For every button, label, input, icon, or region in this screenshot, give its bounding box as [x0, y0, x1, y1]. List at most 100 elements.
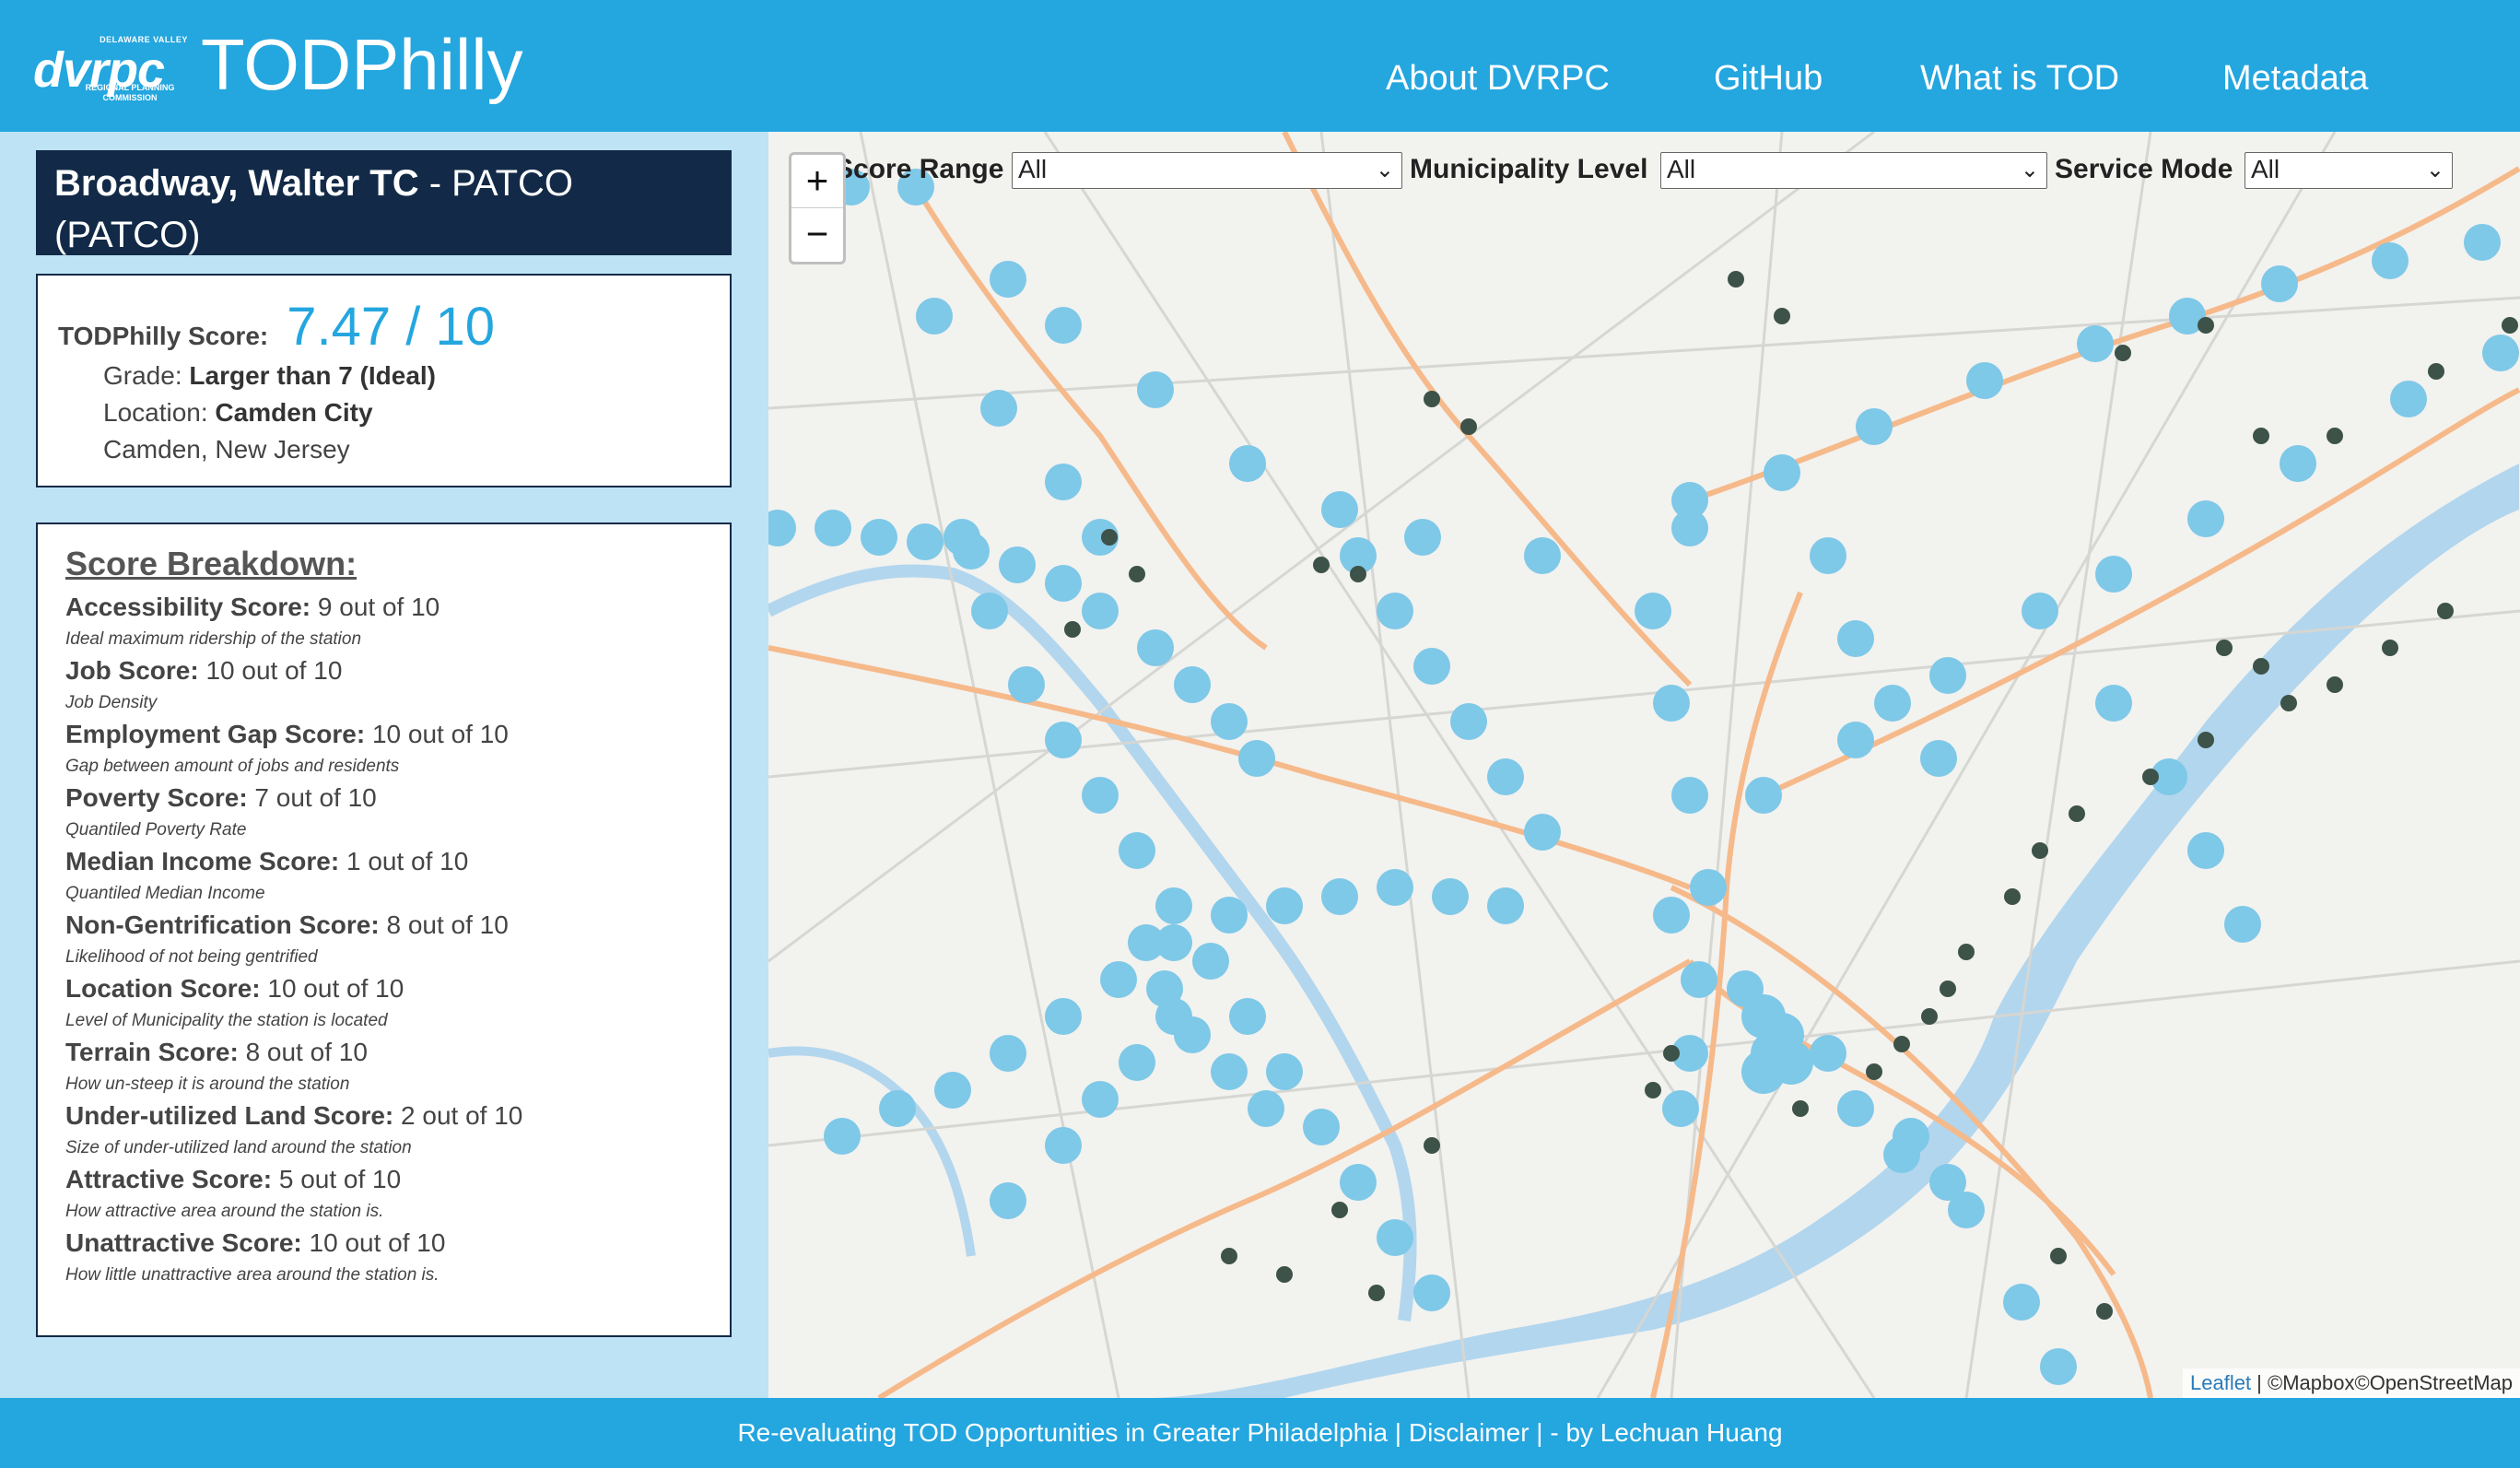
station-marker [1321, 878, 1358, 915]
breakdown-value: 10 out of 10 [205, 656, 343, 685]
nav-about-dvrpc[interactable]: About DVRPC [1386, 57, 1610, 100]
station-marker [2095, 556, 2132, 593]
breakdown-row: Non-Gentrification Score: 8 out of 10 [65, 909, 702, 942]
breakdown-value: 9 out of 10 [317, 593, 440, 621]
attribution-text: | ©Mapbox©OpenStreetMap [2251, 1371, 2513, 1394]
secondary-station-marker [1064, 621, 1081, 638]
location-row: Location: Camden City [103, 394, 709, 431]
station-marker [990, 1035, 1026, 1072]
nav-github[interactable]: GitHub [1714, 57, 1823, 100]
breakdown-row: Median Income Score: 1 out of 10 [65, 845, 702, 878]
secondary-station-marker [1792, 1100, 1809, 1117]
station-marker [2003, 1284, 2040, 1321]
station-marker [1174, 666, 1211, 703]
breakdown-value: 7 out of 10 [254, 783, 377, 812]
score-label: TODPhilly Score: [58, 322, 269, 350]
location-label: Location: [103, 398, 208, 427]
station-marker [1450, 703, 1487, 740]
secondary-station-marker [1774, 308, 1790, 324]
station-marker [1635, 593, 1671, 629]
secondary-station-marker [2115, 345, 2131, 361]
station-marker [1192, 943, 1229, 980]
secondary-station-marker [1424, 391, 1440, 407]
station-marker [990, 261, 1026, 298]
station-cluster-marker [1741, 1050, 1786, 1094]
station-marker [907, 523, 944, 560]
breakdown-row: Job Score: 10 out of 10 [65, 654, 702, 687]
station-marker [1432, 878, 1469, 915]
secondary-station-marker [1129, 566, 1145, 582]
secondary-station-marker [1728, 271, 1744, 288]
secondary-station-marker [2428, 363, 2444, 380]
station-marker [1174, 1016, 1211, 1053]
breakdown-row: Under-utilized Land Score: 2 out of 10 [65, 1099, 702, 1133]
breakdown-note: Size of under-utilized land around the s… [65, 1138, 412, 1157]
secondary-station-marker [1921, 1008, 1938, 1025]
secondary-station-marker [1368, 1285, 1385, 1301]
station-marker [1856, 408, 1893, 445]
station-marker [2482, 335, 2519, 371]
station-marker [1266, 887, 1303, 924]
station-marker [1837, 722, 1874, 758]
zoom-out-button[interactable]: − [791, 208, 843, 262]
station-marker [2261, 265, 2298, 302]
station-marker [1745, 777, 1782, 814]
station-marker [2464, 224, 2501, 261]
station-marker [1671, 777, 1708, 814]
dvrpc-logo[interactable]: DELAWARE VALLEY dvrpc REGIONAL PLANNING … [33, 35, 192, 105]
zoom-in-button[interactable]: + [791, 155, 843, 208]
map-view[interactable]: Score Range All ⌄ Municipality Level All ⌄… [768, 132, 2520, 1398]
station-marker [1413, 648, 1450, 685]
score-row: TODPhilly Score: 7.47 / 10 [58, 296, 709, 358]
municipality-level-select[interactable]: All ⌄ [1660, 152, 2047, 189]
station-marker [1137, 629, 1174, 666]
location-value: Camden City [215, 398, 373, 427]
leaflet-link[interactable]: Leaflet [2190, 1371, 2251, 1394]
station-marker [1340, 1164, 1377, 1201]
breakdown-row: Attractive Score: 5 out of 10 [65, 1163, 702, 1196]
station-marker [990, 1182, 1026, 1219]
map-canvas[interactable] [768, 132, 2520, 1398]
station-marker [1045, 307, 1082, 344]
station-marker [2187, 832, 2224, 869]
map-attribution: Leaflet | ©Mapbox©OpenStreetMap [2183, 1368, 2520, 1398]
station-marker [2022, 593, 2058, 629]
station-marker [2224, 906, 2261, 943]
logo-subtitle: REGIONAL PLANNING COMMISSION [85, 83, 175, 102]
station-marker [1966, 362, 2003, 399]
secondary-station-marker [2032, 842, 2048, 859]
secondary-station-marker [1331, 1202, 1348, 1218]
station-marker [1211, 1053, 1248, 1090]
station-marker [1883, 1136, 1920, 1173]
station-marker [1229, 445, 1266, 482]
station-marker [1303, 1109, 1340, 1145]
breakdown-note: Quantiled Poverty Rate [65, 820, 247, 840]
station-marker [1524, 537, 1561, 574]
breakdown-value: 5 out of 10 [278, 1165, 402, 1193]
nav-metadata[interactable]: Metadata [2222, 57, 2368, 100]
nav-what-is-tod[interactable]: What is TOD [1920, 57, 2119, 100]
station-marker [824, 1118, 861, 1155]
service-mode-select[interactable]: All ⌄ [2245, 152, 2453, 189]
secondary-station-marker [2253, 428, 2269, 444]
breakdown-label: Accessibility Score: [65, 593, 311, 621]
station-marker [1045, 464, 1082, 500]
breakdown-label: Median Income Score: [65, 847, 340, 875]
station-marker [2187, 500, 2224, 537]
region-text: Camden, New Jersey [103, 435, 350, 464]
secondary-station-marker [2198, 317, 2214, 334]
station-marker [1662, 1090, 1699, 1127]
score-range-select[interactable]: All ⌄ [1012, 152, 1402, 189]
secondary-station-marker [1313, 557, 1330, 573]
station-marker [1377, 593, 1413, 629]
chevron-down-icon: ⌄ [2425, 158, 2444, 182]
secondary-station-marker [2198, 732, 2214, 748]
station-marker [2095, 685, 2132, 722]
secondary-station-marker [1958, 944, 1975, 960]
breakdown-label: Attractive Score: [65, 1165, 273, 1193]
station-marker [1211, 897, 1248, 934]
secondary-station-marker [2216, 640, 2233, 656]
service-mode-value: All [2251, 155, 2280, 183]
station-marker [1266, 1053, 1303, 1090]
secondary-station-marker [2069, 805, 2085, 822]
